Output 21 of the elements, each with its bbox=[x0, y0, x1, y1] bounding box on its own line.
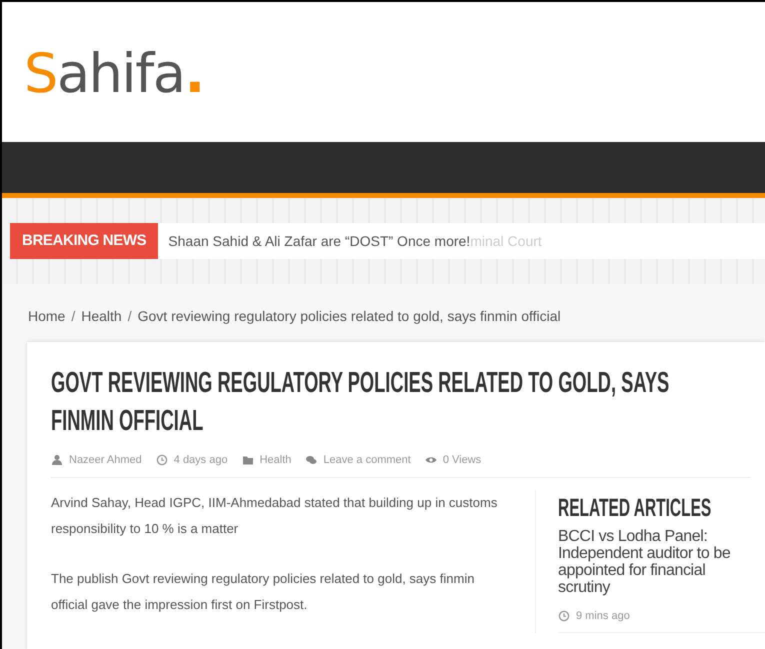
article-paragraph: The publish Govt reviewing regulatory policies related to gold, says finmin official gave the impression first on Firstpost. bbox=[51, 570, 476, 614]
breaking-news-label: BREAKING NEWS bbox=[10, 223, 158, 259]
meta-time: 4 days ago bbox=[174, 453, 228, 468]
clock-icon bbox=[558, 610, 570, 622]
article-title: GOVT REVIEWING REGULATORY POLICIES RELATED TO GOLD, SAYS FINMIN OFFICIAL bbox=[51, 366, 670, 439]
article-time: 9 mins ago bbox=[576, 608, 630, 624]
breadcrumb-current: Govt reviewing regulatory policies related to gold, says finmin official bbox=[138, 306, 561, 326]
folder-icon bbox=[242, 454, 254, 466]
breadcrumb-separator: / bbox=[128, 306, 132, 326]
breadcrumb-separator: / bbox=[71, 306, 76, 326]
sidebar-heading: RELATED ARTICLES bbox=[558, 492, 712, 524]
user-icon bbox=[51, 454, 63, 466]
comments-icon bbox=[305, 454, 318, 466]
breadcrumb-link[interactable]: Home bbox=[28, 306, 66, 326]
news-headline[interactable]: Shaan Sahid & Ali Zafar are “DOST” Once more! bbox=[168, 230, 470, 252]
article-paragraph: Arvind Sahay, Head IGPC, IIM-Ahmedabad stated that building up in customs responsibility to 10 % is a matter bbox=[51, 494, 498, 538]
site-logo[interactable]: Sahifa. bbox=[24, 47, 204, 101]
related-article-link[interactable]: BCCI vs Lodha Panel: Independent auditor to be appointed for financial scrutiny bbox=[558, 528, 733, 596]
breadcrumb-link[interactable]: Health bbox=[81, 306, 122, 326]
meta-views: 0 Views bbox=[442, 453, 482, 468]
clock-icon bbox=[156, 454, 168, 466]
